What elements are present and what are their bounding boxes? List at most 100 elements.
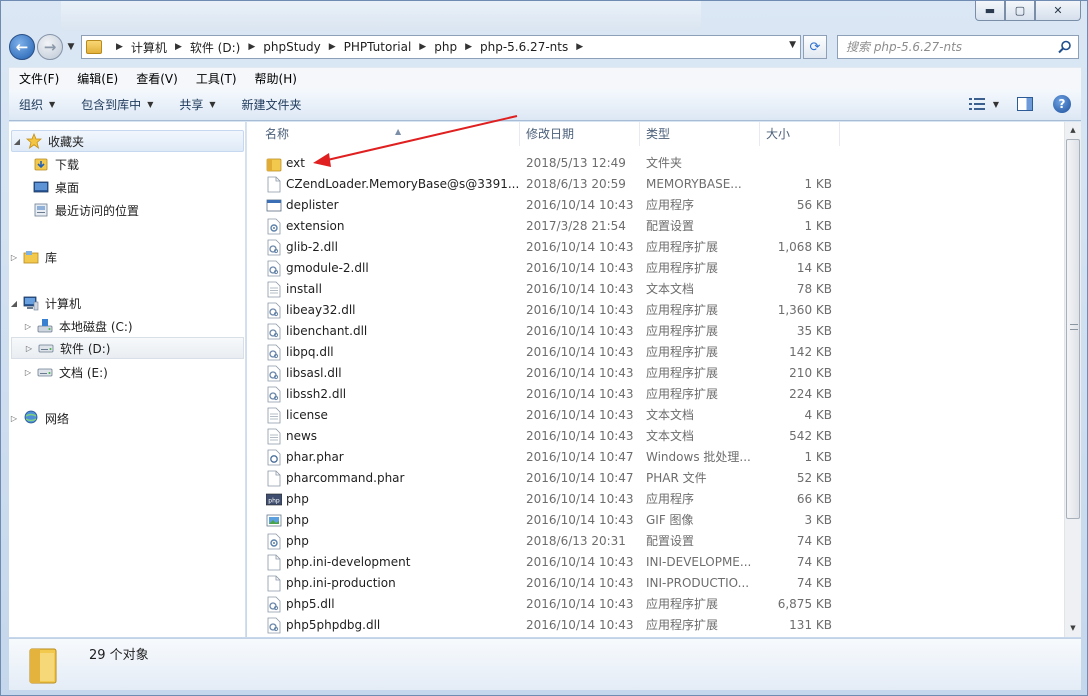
change-view-button[interactable]: ▼ xyxy=(968,98,999,110)
breadcrumb-separator[interactable]: ▶ xyxy=(419,42,426,52)
recent-pages-dropdown[interactable]: ▼ xyxy=(65,42,77,52)
collapsed-triangle-icon[interactable]: ▷ xyxy=(9,253,19,262)
file-row[interactable]: php5phpdbg.dll 2016/10/14 10:43 应用程序扩展 1… xyxy=(247,615,1067,636)
file-row[interactable]: php5.dll 2016/10/14 10:43 应用程序扩展 6,875 K… xyxy=(247,594,1067,615)
file-row[interactable]: glib-2.dll 2016/10/14 10:43 应用程序扩展 1,068… xyxy=(247,237,1067,258)
text-file-icon xyxy=(267,428,281,445)
menu-edit[interactable]: 编辑(E) xyxy=(67,70,126,87)
file-row[interactable]: php 2018/6/13 20:31 配置设置 74 KB xyxy=(247,531,1067,552)
file-date: 2016/10/14 10:47 xyxy=(526,471,634,485)
file-size: 224 KB xyxy=(789,387,832,401)
column-header-name[interactable]: 名称 ▲ xyxy=(259,122,520,146)
close-button[interactable]: ✕ xyxy=(1035,1,1081,21)
file-row[interactable]: deplister 2016/10/14 10:43 应用程序 56 KB xyxy=(247,195,1067,216)
file-date: 2016/10/14 10:43 xyxy=(526,387,634,401)
file-row[interactable]: php.ini-development 2016/10/14 10:43 INI… xyxy=(247,552,1067,573)
include-in-library-button[interactable]: 包含到库中 ▼ xyxy=(81,96,153,113)
file-type: 文本文档 xyxy=(646,408,695,422)
breadcrumb-separator[interactable]: ▶ xyxy=(248,42,255,52)
file-row[interactable]: php php 2016/10/14 10:43 应用程序 66 KB xyxy=(247,489,1067,510)
file-row[interactable]: license 2016/10/14 10:43 文本文档 4 KB xyxy=(247,405,1067,426)
breadcrumb-computer[interactable]: 计算机 xyxy=(131,39,167,56)
nav-network[interactable]: ▷ 网络 xyxy=(9,407,246,429)
menu-view[interactable]: 查看(V) xyxy=(126,70,186,87)
breadcrumb-separator[interactable]: ▶ xyxy=(576,42,583,52)
nav-drive-d[interactable]: ▷ 软件 (D:) xyxy=(11,337,244,359)
new-folder-button[interactable]: 新建文件夹 xyxy=(242,96,302,113)
nav-downloads[interactable]: 下载 xyxy=(9,153,246,175)
collapsed-triangle-icon[interactable]: ▷ xyxy=(23,368,33,377)
address-dropdown[interactable]: ▼ xyxy=(789,40,796,50)
breadcrumb-separator[interactable]: ▶ xyxy=(465,42,472,52)
back-button[interactable]: ← xyxy=(9,34,35,60)
file-row[interactable]: libssh2.dll 2016/10/14 10:43 应用程序扩展 224 … xyxy=(247,384,1067,405)
file-row[interactable]: php 2016/10/14 10:43 GIF 图像 3 KB xyxy=(247,510,1067,531)
nav-recent-places[interactable]: 最近访问的位置 xyxy=(9,199,246,221)
column-header-name-label: 名称 xyxy=(265,127,290,141)
file-row[interactable]: libsasl.dll 2016/10/14 10:43 应用程序扩展 210 … xyxy=(247,363,1067,384)
share-button[interactable]: 共享 ▼ xyxy=(179,96,215,113)
search-icon[interactable] xyxy=(1058,40,1072,54)
breadcrumb-php[interactable]: php xyxy=(434,40,457,54)
nav-desktop[interactable]: 桌面 xyxy=(9,176,246,198)
file-size: 1,360 KB xyxy=(777,303,832,317)
folder-icon xyxy=(266,158,282,172)
breadcrumb-php-version[interactable]: php-5.6.27-nts xyxy=(480,40,568,54)
column-header-type[interactable]: 类型 xyxy=(640,122,760,146)
file-row[interactable]: libpq.dll 2016/10/14 10:43 应用程序扩展 142 KB xyxy=(247,342,1067,363)
collapsed-triangle-icon[interactable]: ▷ xyxy=(23,322,33,331)
drive-icon xyxy=(37,368,53,377)
column-header-date[interactable]: 修改日期 xyxy=(520,122,640,146)
breadcrumb-phpstudy[interactable]: phpStudy xyxy=(263,40,321,54)
file-row[interactable]: php.ini-production 2016/10/14 10:43 INI-… xyxy=(247,573,1067,594)
file-row[interactable]: extension 2017/3/28 21:54 配置设置 1 KB xyxy=(247,216,1067,237)
help-button[interactable]: ? xyxy=(1053,95,1071,113)
collapsed-triangle-icon[interactable]: ▷ xyxy=(9,414,19,423)
file-row[interactable]: CZendLoader.MemoryBase@s@3391... 2018/6/… xyxy=(247,174,1067,195)
search-input[interactable] xyxy=(846,40,1046,54)
scrollbar-thumb[interactable] xyxy=(1066,139,1080,519)
breadcrumb-separator[interactable]: ▶ xyxy=(329,42,336,52)
file-row[interactable]: libeay32.dll 2016/10/14 10:43 应用程序扩展 1,3… xyxy=(247,300,1067,321)
chevron-down-icon[interactable]: ▼ xyxy=(993,100,999,109)
menu-file[interactable]: 文件(F) xyxy=(9,70,67,87)
scroll-up-arrow[interactable]: ▲ xyxy=(1065,122,1081,139)
file-row[interactable]: news 2016/10/14 10:43 文本文档 542 KB xyxy=(247,426,1067,447)
address-bar[interactable]: ▶ 计算机 ▶ 软件 (D:) ▶ phpStudy ▶ PHPTutorial… xyxy=(81,35,801,59)
scroll-down-arrow[interactable]: ▼ xyxy=(1065,620,1081,637)
file-row[interactable]: gmodule-2.dll 2016/10/14 10:43 应用程序扩展 14… xyxy=(247,258,1067,279)
file-row[interactable]: ext 2018/5/13 12:49 文件夹 xyxy=(247,153,1067,174)
preview-pane-button[interactable] xyxy=(1017,97,1033,111)
menu-bar: 文件(F) 编辑(E) 查看(V) 工具(T) 帮助(H) xyxy=(9,67,1081,89)
file-row[interactable]: libenchant.dll 2016/10/14 10:43 应用程序扩展 3… xyxy=(247,321,1067,342)
file-date: 2016/10/14 10:43 xyxy=(526,240,634,254)
file-size: 3 KB xyxy=(804,513,832,527)
expanded-triangle-icon[interactable]: ◢ xyxy=(12,137,22,146)
nav-favorites[interactable]: ◢ 收藏夹 xyxy=(11,130,244,152)
nav-computer[interactable]: ◢ 计算机 xyxy=(9,292,246,314)
maximize-button[interactable]: ▢ xyxy=(1005,1,1035,21)
blank-file-icon xyxy=(267,554,281,571)
breadcrumb-phptutorial[interactable]: PHPTutorial xyxy=(344,40,412,54)
column-headers: 名称 ▲ 修改日期 类型 大小 xyxy=(247,122,1067,146)
organize-button[interactable]: 组织 ▼ xyxy=(19,96,55,113)
nav-libraries[interactable]: ▷ 库 xyxy=(9,246,246,268)
menu-help[interactable]: 帮助(H) xyxy=(245,70,305,87)
breadcrumb-separator[interactable]: ▶ xyxy=(116,42,123,52)
forward-button[interactable]: → xyxy=(37,34,63,60)
vertical-scrollbar[interactable]: ▲ ▼ xyxy=(1064,122,1081,637)
file-row[interactable]: phar.phar 2016/10/14 10:47 Windows 批处理..… xyxy=(247,447,1067,468)
minimize-button[interactable]: ▬ xyxy=(975,1,1005,21)
collapsed-triangle-icon[interactable]: ▷ xyxy=(24,344,34,353)
file-row[interactable]: install 2016/10/14 10:43 文本文档 78 KB xyxy=(247,279,1067,300)
nav-drive-c[interactable]: ▷ 本地磁盘 (C:) xyxy=(9,315,246,337)
menu-tools[interactable]: 工具(T) xyxy=(186,70,245,87)
breadcrumb-separator[interactable]: ▶ xyxy=(175,42,182,52)
refresh-button[interactable]: ⟳ xyxy=(803,35,827,59)
file-row[interactable]: pharcommand.phar 2016/10/14 10:47 PHAR 文… xyxy=(247,468,1067,489)
breadcrumb-drive-d[interactable]: 软件 (D:) xyxy=(190,39,240,56)
expanded-triangle-icon[interactable]: ◢ xyxy=(9,299,19,308)
column-header-size[interactable]: 大小 xyxy=(760,122,840,146)
nav-drive-e[interactable]: ▷ 文档 (E:) xyxy=(9,361,246,383)
search-box[interactable] xyxy=(837,35,1079,59)
